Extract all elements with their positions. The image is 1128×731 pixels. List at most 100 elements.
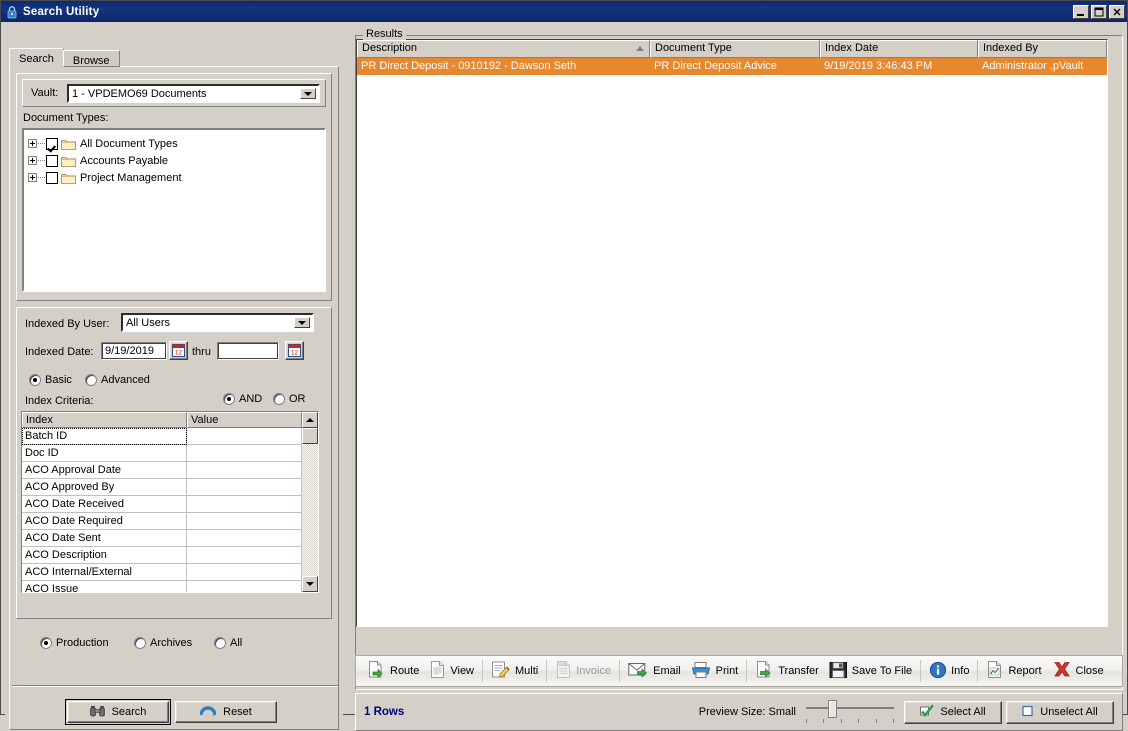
slider-thumb[interactable] [828, 700, 837, 718]
chevron-down-icon[interactable] [294, 317, 310, 328]
criteria-value-cell[interactable] [187, 462, 302, 479]
cell-indexed-by[interactable]: Administrator ,pVault [978, 58, 1107, 75]
tab-search[interactable]: Search [9, 48, 64, 67]
checkbox-project-management[interactable] [46, 171, 58, 184]
index-criteria-grid[interactable]: Index Value Batch ID Doc ID ACO Approval… [21, 411, 319, 593]
criteria-value-cell[interactable] [187, 513, 302, 530]
table-row[interactable]: ACO Description [22, 547, 302, 564]
criteria-index-cell[interactable]: ACO Issue [22, 581, 187, 592]
transfer-button[interactable]: Transfer [750, 658, 824, 684]
cell-index-date[interactable]: 9/19/2019 3:46:43 PM [820, 58, 978, 75]
table-row[interactable]: ACO Date Received [22, 496, 302, 513]
radio-basic[interactable]: Basic [29, 374, 72, 386]
criteria-value-cell[interactable] [187, 496, 302, 513]
column-header-description[interactable]: Description [357, 40, 650, 58]
radio-production[interactable]: Production [40, 637, 109, 649]
criteria-value-cell[interactable] [187, 547, 302, 564]
indexed-by-user-combo[interactable]: All Users [121, 313, 314, 332]
table-row[interactable]: ACO Approved By [22, 479, 302, 496]
table-row[interactable]: ACO Internal/External [22, 564, 302, 581]
table-row[interactable]: PR Direct Deposit - 0910192 - Dawson Set… [357, 58, 1107, 75]
expand-icon[interactable] [28, 139, 37, 148]
radio-production-dot [40, 637, 52, 649]
calendar-from-button[interactable]: 12 [169, 341, 188, 360]
tree-item-accounts-payable[interactable]: Accounts Payable [28, 152, 320, 169]
tree-item-label: Accounts Payable [80, 154, 169, 167]
expand-icon[interactable] [28, 173, 37, 182]
reset-button[interactable]: Reset [175, 701, 277, 723]
criteria-value-cell[interactable] [187, 564, 302, 581]
minimize-button[interactable] [1073, 4, 1089, 19]
print-button[interactable]: Print [686, 659, 744, 684]
column-header-index-date[interactable]: Index Date [820, 40, 978, 58]
tab-search-label: Search [19, 53, 54, 65]
select-all-button[interactable]: Select All [904, 700, 1002, 724]
route-button[interactable]: Route [362, 658, 424, 684]
criteria-index-cell[interactable]: ACO Date Required [22, 513, 187, 530]
table-row[interactable]: ACO Issue [22, 581, 302, 592]
table-row[interactable]: ACO Date Sent [22, 530, 302, 547]
radio-or[interactable]: OR [273, 393, 306, 405]
criteria-scrollbar[interactable] [302, 412, 318, 592]
unselect-all-button[interactable]: Unselect All [1006, 700, 1114, 724]
indexed-date-to-input[interactable] [217, 342, 279, 360]
calendar-to-button[interactable]: 12 [285, 341, 304, 360]
select-all-label: Select All [940, 706, 986, 718]
table-row[interactable]: ACO Approval Date [22, 462, 302, 479]
criteria-col-value[interactable]: Value [187, 412, 302, 428]
maximize-button[interactable] [1091, 4, 1107, 19]
scroll-down-button[interactable] [302, 576, 318, 592]
expand-icon[interactable] [28, 156, 37, 165]
email-button[interactable]: Email [623, 659, 686, 683]
checkbox-accounts-payable[interactable] [46, 154, 58, 167]
tree-item-project-management[interactable]: Project Management [28, 169, 320, 186]
column-header-document-type[interactable]: Document Type [650, 40, 820, 58]
multi-button[interactable]: Multi [486, 658, 543, 684]
preview-size-slider[interactable] [806, 699, 894, 725]
report-button[interactable]: Report [981, 658, 1046, 684]
criteria-value-cell[interactable] [187, 428, 302, 445]
scroll-up-button[interactable] [302, 412, 318, 428]
criteria-index-cell[interactable]: ACO Approved By [22, 479, 187, 496]
radio-and[interactable]: AND [223, 393, 262, 405]
tree-item-all-document-types[interactable]: All Document Types [28, 135, 320, 152]
column-header-indexed-by[interactable]: Indexed By [978, 40, 1107, 58]
cell-document-type[interactable]: PR Direct Deposit Advice [650, 58, 820, 75]
view-button[interactable]: View [424, 658, 479, 684]
table-row[interactable]: Doc ID [22, 445, 302, 462]
chevron-down-icon[interactable] [300, 88, 316, 99]
results-list[interactable]: Description Document Type Index Date Ind… [356, 39, 1108, 627]
table-row[interactable]: Batch ID [22, 428, 302, 445]
save-to-file-button[interactable]: Save To File [824, 659, 917, 684]
vault-combo[interactable]: 1 - VPDEMO69 Documents [67, 84, 320, 103]
criteria-value-cell[interactable] [187, 530, 302, 547]
criteria-index-cell[interactable]: ACO Date Sent [22, 530, 187, 547]
info-button[interactable]: Info [924, 659, 974, 684]
radio-advanced[interactable]: Advanced [85, 374, 150, 386]
document-types-tree[interactable]: All Document Types Accounts Payable Proj… [22, 128, 326, 292]
criteria-index-cell[interactable]: Batch ID [22, 428, 187, 445]
criteria-col-index[interactable]: Index [22, 412, 187, 428]
close-button-toolbar[interactable]: Close [1047, 658, 1109, 684]
criteria-index-cell[interactable]: ACO Description [22, 547, 187, 564]
tab-browse[interactable]: Browse [62, 50, 120, 67]
scrollbar-thumb[interactable] [302, 428, 318, 444]
scrollbar-track[interactable] [302, 444, 318, 576]
close-button[interactable] [1109, 4, 1125, 19]
criteria-index-cell[interactable]: ACO Internal/External [22, 564, 187, 581]
criteria-value-cell[interactable] [187, 445, 302, 462]
radio-all[interactable]: All [214, 637, 242, 649]
radio-or-dot [273, 393, 285, 405]
criteria-index-cell[interactable]: ACO Approval Date [22, 462, 187, 479]
radio-archives[interactable]: Archives [134, 637, 192, 649]
cell-description[interactable]: PR Direct Deposit - 0910192 - Dawson Set… [357, 58, 650, 75]
criteria-value-cell[interactable] [187, 581, 302, 592]
table-row[interactable]: ACO Date Required [22, 513, 302, 530]
criteria-index-cell[interactable]: ACO Date Received [22, 496, 187, 513]
checkbox-all-document-types[interactable] [46, 137, 58, 150]
criteria-value-cell[interactable] [187, 479, 302, 496]
left-panel: Search Browse Vault: 1 - VPDEMO69 Docume… [5, 25, 343, 731]
criteria-index-cell[interactable]: Doc ID [22, 445, 187, 462]
indexed-date-from-input[interactable]: 9/19/2019 [101, 342, 167, 360]
search-button[interactable]: Search [65, 699, 171, 725]
